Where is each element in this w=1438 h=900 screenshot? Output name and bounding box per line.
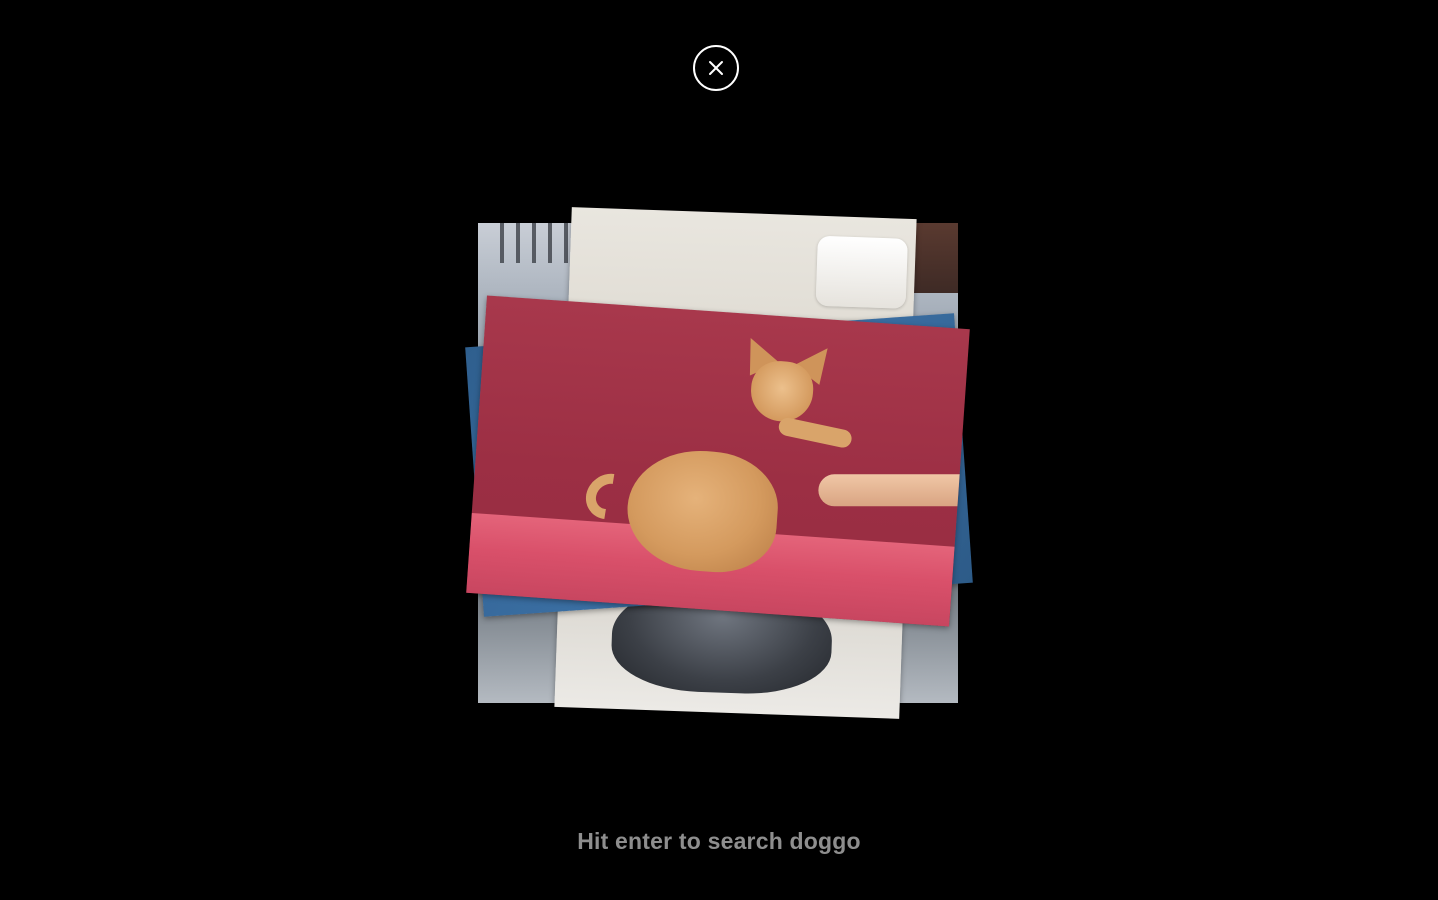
- railing-shape: [500, 223, 570, 263]
- dog-head-shape: [749, 359, 816, 424]
- search-hint: Hit enter to search doggo: [577, 828, 861, 854]
- human-arm-shape: [818, 474, 969, 507]
- search-overlay: Hit enter to search doggo: [0, 0, 1438, 900]
- towel-shape: [815, 235, 908, 309]
- chihuahua-photo: [466, 295, 970, 627]
- photo-stack: [0, 0, 1438, 900]
- dog-paw-shape: [777, 416, 854, 450]
